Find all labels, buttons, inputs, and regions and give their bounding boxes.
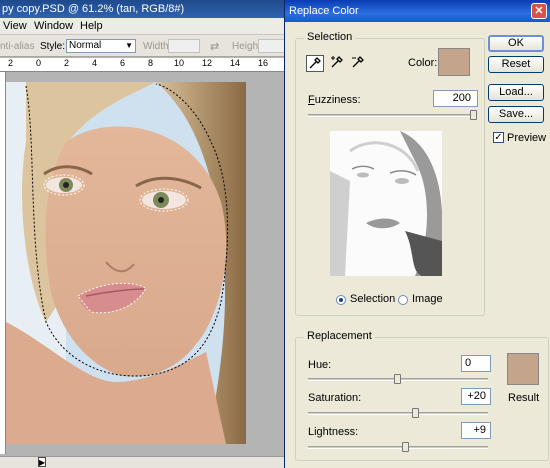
style-select[interactable]: Normal ▼ — [66, 39, 136, 53]
fuzziness-label: Fuzziness: — [308, 94, 361, 106]
replacement-group-label: Replacement — [304, 330, 375, 342]
lightness-input[interactable]: +9 — [461, 422, 491, 439]
eyedropper-icon[interactable] — [306, 55, 324, 72]
reset-button[interactable]: Reset — [488, 56, 544, 73]
options-bar: nti-alias Style: Normal ▼ Width: ⇄ Heigh… — [0, 35, 286, 57]
lightness-label: Lightness: — [308, 426, 359, 438]
preview-checkbox[interactable]: ✓ — [493, 132, 504, 143]
antialias-label: nti-alias — [0, 41, 35, 52]
image-radio-label: Image — [412, 293, 443, 305]
color-label: Color: — [408, 57, 438, 69]
saturation-slider-thumb[interactable] — [412, 408, 419, 418]
height-field — [258, 39, 286, 53]
image-radio[interactable] — [398, 295, 408, 305]
menu-bar: View Window Help — [0, 18, 286, 35]
selection-preview[interactable] — [330, 131, 442, 276]
ruler-tick-label: 4 — [92, 58, 98, 68]
ruler-tick-label: 2 — [64, 58, 70, 68]
ruler-tick-label: 0 — [36, 58, 42, 68]
hue-label: Hue: — [308, 359, 332, 371]
chevron-down-icon: ▼ — [125, 41, 133, 50]
ruler-tick-label: 2 — [8, 58, 14, 68]
photo-canvas[interactable] — [6, 82, 246, 444]
ruler-tick-label: 12 — [202, 58, 213, 68]
selection-radio[interactable] — [336, 295, 346, 305]
menu-help[interactable]: Help — [80, 20, 103, 32]
swap-icon: ⇄ — [210, 41, 220, 53]
replace-color-dialog: Replace Color ✕ Selection Color: Fuzzine… — [284, 0, 550, 468]
close-icon[interactable]: ✕ — [531, 3, 547, 19]
ruler-tick-label: 10 — [174, 58, 185, 68]
selection-group: Selection Color: Fuzziness: 200 Selectio… — [295, 31, 485, 316]
play-icon[interactable]: ▶ — [38, 457, 46, 467]
lightness-slider-thumb[interactable] — [402, 442, 410, 452]
photoshop-window: py copy.PSD @ 61.2% (tan, RGB/8#) View W… — [0, 0, 286, 468]
preview-label: Preview — [507, 132, 547, 144]
save-button[interactable]: Save... — [488, 106, 544, 123]
result-label: Result — [508, 392, 540, 404]
selection-radio-label: Selection — [350, 293, 396, 305]
load-button[interactable]: Load... — [488, 84, 544, 101]
saturation-input[interactable]: +20 — [461, 388, 491, 405]
portrait-image — [6, 82, 246, 444]
dialog-title: Replace Color — [285, 0, 550, 22]
menu-view[interactable]: View — [3, 20, 27, 32]
eyedropper-plus-icon[interactable] — [328, 55, 346, 72]
fuzziness-slider-track[interactable] — [308, 114, 474, 117]
status-bar: ▶ — [0, 456, 286, 468]
ruler-horizontal: 2 0 2 4 6 8 10 12 14 16 — [0, 58, 286, 72]
style-label: Style: — [40, 41, 66, 52]
result-color-swatch[interactable] — [507, 353, 539, 385]
saturation-label: Saturation: — [308, 392, 362, 404]
document-title: py copy.PSD @ 61.2% (tan, RGB/8#) — [0, 0, 286, 18]
mask-preview-image — [330, 131, 442, 276]
width-field — [168, 39, 200, 53]
eyedropper-minus-icon[interactable] — [349, 55, 367, 72]
lightness-slider-track[interactable] — [308, 446, 488, 449]
fuzziness-input[interactable]: 200 — [433, 90, 478, 107]
hue-input[interactable]: 0 — [461, 355, 491, 372]
ruler-tick-label: 14 — [230, 58, 241, 68]
ok-button[interactable]: OK — [488, 35, 544, 52]
saturation-slider-track[interactable] — [308, 412, 488, 415]
fuzziness-slider-thumb[interactable] — [470, 110, 477, 120]
selection-group-label: Selection — [304, 31, 356, 43]
menu-window[interactable]: Window — [34, 20, 73, 32]
ruler-tick-label: 8 — [148, 58, 154, 68]
style-value: Normal — [69, 40, 102, 51]
hue-slider-thumb[interactable] — [394, 374, 401, 384]
ruler-tick-label: 6 — [120, 58, 126, 68]
selection-color-swatch[interactable] — [438, 48, 470, 76]
ruler-tick-label: 16 — [258, 58, 269, 68]
